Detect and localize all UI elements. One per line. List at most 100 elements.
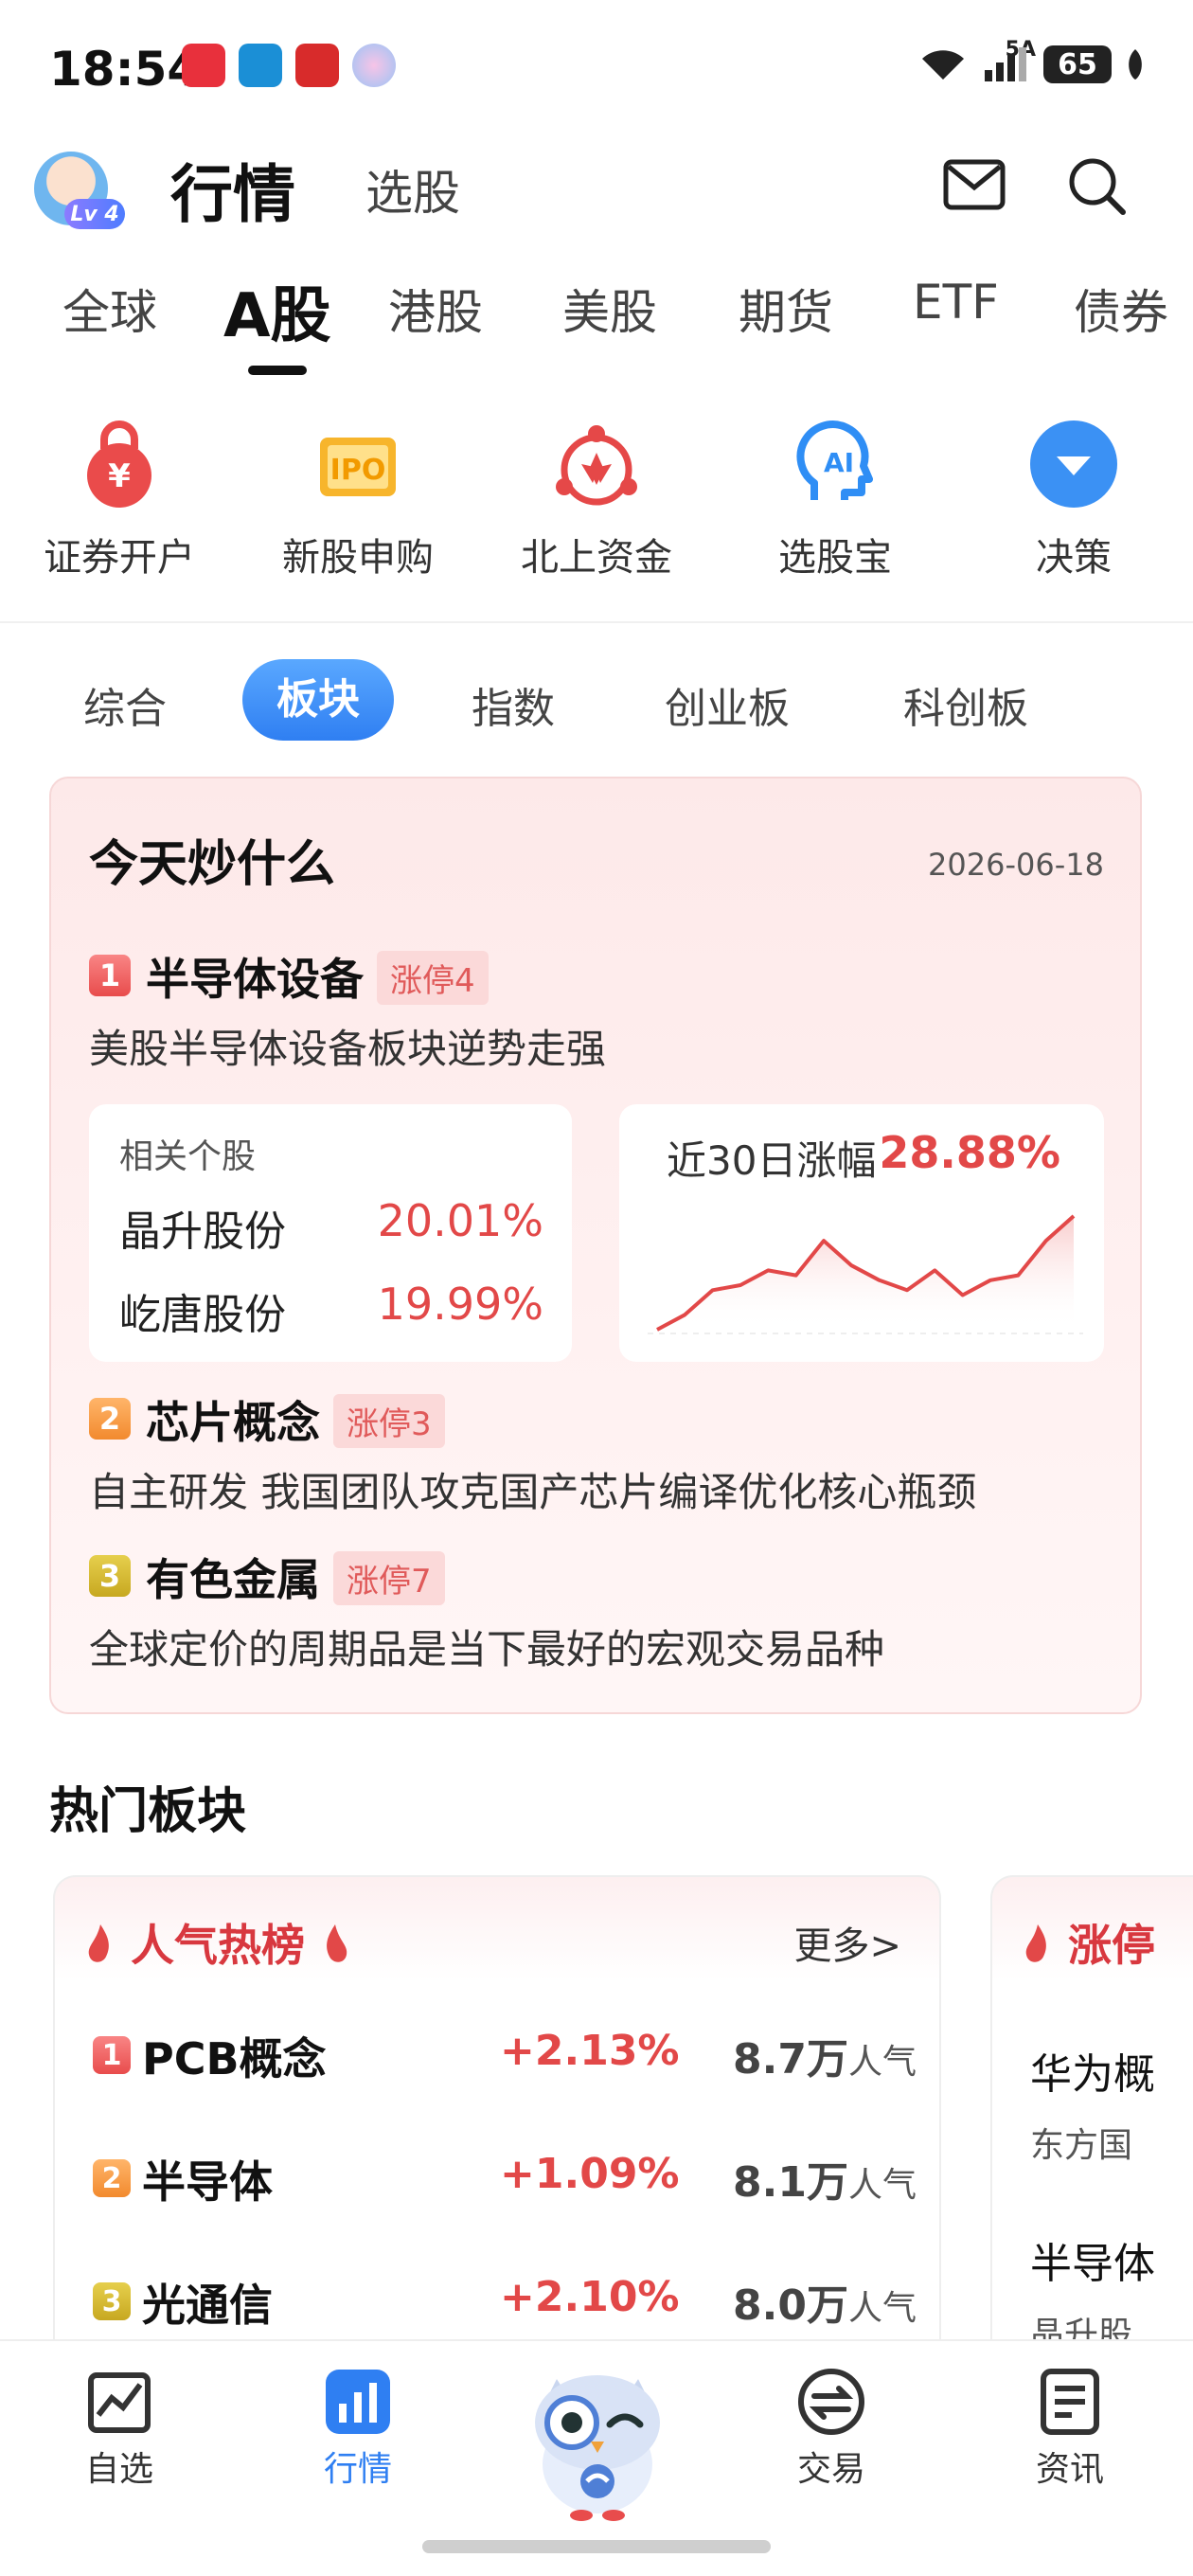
more-link[interactable]: 更多> <box>793 1915 901 1970</box>
status-time: 18:54 <box>49 42 201 97</box>
nav-market[interactable]: 行情 <box>282 2368 434 2491</box>
topic-description: 全球定价的周期品是当下最好的宏观交易品种 <box>89 1626 885 1673</box>
tab-global[interactable]: 全球 <box>62 275 157 343</box>
flame-icon <box>327 1924 347 1962</box>
limit-up-tag: 涨停4 <box>377 951 489 1005</box>
owl-mascot-icon[interactable] <box>519 2360 676 2521</box>
limit-up-sector: 半导体 <box>1030 2240 1155 2288</box>
subtab-star-market[interactable]: 科创板 <box>903 674 1028 735</box>
tab-hk[interactable]: 港股 <box>388 275 483 343</box>
shortcut-decision[interactable]: 决策 <box>970 417 1178 581</box>
card-date: 2026-06-18 <box>928 847 1104 883</box>
sector-change: +2.10% <box>500 2273 680 2321</box>
rank-badge: 1 <box>93 2036 131 2074</box>
tab-a-shares[interactable]: A股 <box>223 267 331 354</box>
battery-indicator: 65 <box>1043 45 1112 83</box>
shortcut-label: 新股申购 <box>282 536 434 580</box>
trend-sparkline <box>648 1214 1083 1334</box>
nav-trade[interactable]: 交易 <box>756 2368 907 2491</box>
nav-label: 交易 <box>796 2450 865 2489</box>
subtab-indices[interactable]: 指数 <box>472 674 555 735</box>
nav-watchlist[interactable]: 自选 <box>44 2368 195 2491</box>
flame-icon <box>88 1924 109 1962</box>
ai-head-icon: AI <box>796 420 873 500</box>
mail-icon[interactable] <box>943 159 1006 210</box>
card-title: 人气热榜 <box>131 1920 306 1971</box>
notification-app-icon <box>352 44 396 87</box>
topic-description: 自主研发 我国团队攻克国产芯片编译优化核心瓶颈 <box>89 1469 977 1515</box>
shortcut-stock-picker[interactable]: AI 选股宝 <box>731 417 939 581</box>
sector-name: 半导体 <box>142 2156 273 2208</box>
rank-badge: 2 <box>89 1398 131 1440</box>
chart-trend-icon <box>88 2372 151 2433</box>
card-title: 今天炒什么 <box>89 836 336 893</box>
tab-futures[interactable]: 期货 <box>739 275 833 343</box>
shortcut-label: 证券开户 <box>44 536 195 580</box>
tab-bonds[interactable]: 债券 <box>1074 275 1168 343</box>
status-bar: 18:54 5A 65 <box>0 0 1193 133</box>
limit-up-card[interactable]: 涨停 华为概 东方国 半导体 晶升股 <box>990 1875 1193 2349</box>
market-tabs: 全球 A股 港股 美股 期货 ETF 债券 <box>0 265 1193 379</box>
topic-name[interactable]: 芯片概念 <box>146 1388 320 1451</box>
sub-tabs: 综合 板块 指数 创业板 科创板 <box>0 653 1193 748</box>
shortcut-open-account[interactable]: ¥ 证券开户 <box>15 417 223 581</box>
subtab-sectors[interactable]: 板块 <box>242 659 394 741</box>
popularity-value: 8.7万 <box>733 2035 848 2084</box>
tab-us[interactable]: 美股 <box>562 275 657 343</box>
hot-sectors-title: 热门板块 <box>49 1783 247 1840</box>
subtab-chinext[interactable]: 创业板 <box>665 674 790 735</box>
topic-description: 美股半导体设备板块逆势走强 <box>89 1026 607 1072</box>
limit-up-stock: 东方国 <box>1030 2126 1133 2165</box>
popularity-ranking-card[interactable]: 人气热榜 更多> 1 PCB概念 +2.13% 8.7万人气 2 半导体 +1.… <box>53 1875 941 2349</box>
nav-news[interactable]: 资讯 <box>994 2368 1146 2491</box>
tab-etf[interactable]: ETF <box>913 275 999 330</box>
stock-name[interactable]: 屹唐股份 <box>119 1280 286 1341</box>
avatar[interactable]: Lv 4 <box>34 152 125 229</box>
card-title: 涨停 <box>1068 1920 1156 1971</box>
shortcut-grid: ¥ 证券开户 IPO 新股申购 北上资金 AI 选股宝 决策 <box>0 417 1193 606</box>
popularity-value: 8.1万 <box>733 2158 848 2207</box>
shortcut-label: 决策 <box>1036 536 1112 580</box>
home-indicator <box>422 2540 771 2553</box>
table-row[interactable]: 3 光通信 +2.10% 8.0万人气 <box>93 2271 917 2337</box>
stock-change: 19.99% <box>377 1279 543 1330</box>
shortcut-label: 北上资金 <box>521 536 672 580</box>
related-stocks: 相关个股 晶升股份 20.01% 屹唐股份 19.99% <box>89 1104 572 1362</box>
level-badge: Lv 4 <box>64 199 125 229</box>
popularity-unit: 人气 <box>847 2166 917 2205</box>
flame-icon <box>1025 1924 1046 1962</box>
active-tab-indicator <box>248 366 307 375</box>
topic-name[interactable]: 有色金属 <box>146 1546 320 1608</box>
wifi-icon <box>922 50 964 80</box>
limit-up-header: 涨停 <box>1021 1911 1155 1974</box>
section-divider <box>0 621 1193 623</box>
svg-text:¥: ¥ <box>108 457 131 495</box>
chart-label: 近30日涨幅 <box>667 1137 877 1184</box>
header: Lv 4 行情 选股 <box>0 133 1193 237</box>
signal-icon <box>985 47 1026 81</box>
sector-popularity: 8.7万人气 <box>733 2025 917 2085</box>
nav-label: 资讯 <box>1035 2450 1104 2489</box>
sector-change: +1.09% <box>500 2150 680 2198</box>
topic-name[interactable]: 半导体设备 <box>146 945 364 1008</box>
shortcut-northbound[interactable]: 北上资金 <box>492 417 701 581</box>
rank-badge: 2 <box>93 2159 131 2197</box>
limit-up-sector: 华为概 <box>1030 2050 1155 2099</box>
leaf-icon <box>1129 49 1142 80</box>
stock-name[interactable]: 晶升股份 <box>119 1197 286 1258</box>
trend-chart[interactable]: 近30日涨幅 28.88% <box>619 1104 1104 1362</box>
search-icon[interactable] <box>1066 155 1129 218</box>
notification-app-icon <box>295 44 339 87</box>
lock-yen-icon: ¥ <box>87 420 151 508</box>
popularity-ranking-header: 人气热榜 <box>83 1911 352 1974</box>
today-topics-card[interactable]: 今天炒什么 2026-06-18 1 半导体设备 涨停4 美股半导体设备板块逆势… <box>49 777 1142 1714</box>
nav-label: 行情 <box>323 2450 392 2489</box>
table-row[interactable]: 2 半导体 +1.09% 8.1万人气 <box>93 2148 917 2214</box>
shortcut-label: 选股宝 <box>778 536 892 580</box>
table-row[interactable]: 1 PCB概念 +2.13% 8.7万人气 <box>93 2025 917 2091</box>
shortcut-ipo[interactable]: IPO 新股申购 <box>254 417 462 581</box>
stock-picker-tab[interactable]: 选股 <box>365 155 460 224</box>
app-gallery-icon <box>182 44 225 87</box>
subtab-overview[interactable]: 综合 <box>83 674 167 735</box>
limit-up-tag: 涨停3 <box>333 1394 445 1448</box>
